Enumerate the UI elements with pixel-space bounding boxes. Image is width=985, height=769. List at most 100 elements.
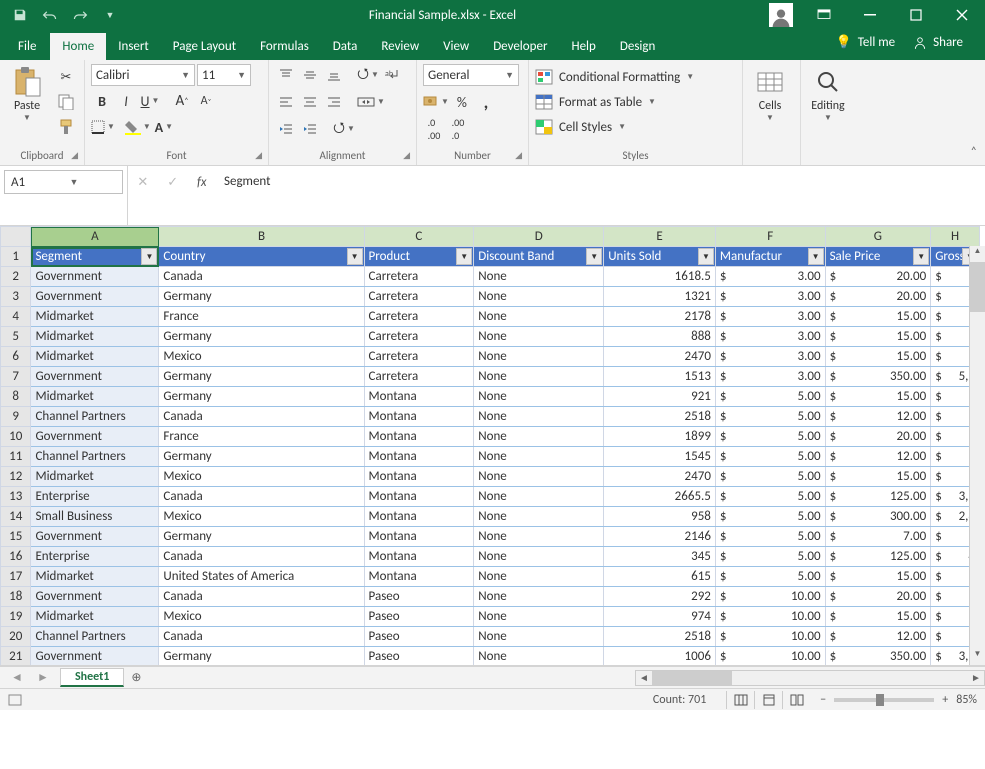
cell[interactable]: France xyxy=(159,427,364,447)
accounting-format-icon[interactable]: ▼ xyxy=(423,91,449,113)
cell[interactable]: $5.00 xyxy=(715,547,825,567)
select-all-cell[interactable] xyxy=(1,227,31,247)
filter-icon[interactable]: ▼ xyxy=(586,248,602,265)
cell[interactable]: Germany xyxy=(159,647,364,667)
cell[interactable]: $3.00 xyxy=(715,287,825,307)
cell[interactable]: None xyxy=(474,567,604,587)
formula-input[interactable]: Segment xyxy=(216,170,985,193)
col-header-b[interactable]: B xyxy=(159,227,364,247)
cell[interactable]: 2518 xyxy=(604,627,716,647)
cell[interactable]: Midmarket xyxy=(31,327,159,347)
sheet-nav-next-icon[interactable]: ► xyxy=(37,670,49,685)
row-header[interactable]: 10 xyxy=(1,427,31,447)
cell[interactable]: 292 xyxy=(604,587,716,607)
cell[interactable]: $15.00 xyxy=(825,467,931,487)
format-as-table-button[interactable]: Format as Table▼ xyxy=(535,91,736,113)
cell[interactable]: Midmarket xyxy=(31,607,159,627)
share-button[interactable]: Share xyxy=(907,31,969,54)
tab-page-layout[interactable]: Page Layout xyxy=(161,33,248,60)
cell[interactable]: $3.00 xyxy=(715,347,825,367)
cell[interactable]: $7.00 xyxy=(825,527,931,547)
cell[interactable]: Segment▼ xyxy=(31,247,159,267)
cell[interactable]: Montana xyxy=(364,567,474,587)
filter-icon[interactable]: ▼ xyxy=(141,248,157,265)
tab-file[interactable]: File xyxy=(4,33,50,60)
align-right-icon[interactable] xyxy=(323,91,345,113)
account-avatar-icon[interactable] xyxy=(769,3,793,27)
col-header-h[interactable]: H xyxy=(931,227,980,247)
cell[interactable]: Montana xyxy=(364,507,474,527)
cell[interactable]: $350.00 xyxy=(825,647,931,667)
tab-view[interactable]: View xyxy=(431,33,481,60)
cell[interactable]: Midmarket xyxy=(31,307,159,327)
tab-review[interactable]: Review xyxy=(369,33,431,60)
underline-button[interactable]: U▼ xyxy=(139,90,161,112)
cell[interactable]: $20.00 xyxy=(825,267,931,287)
cell[interactable]: Germany xyxy=(159,447,364,467)
fx-icon[interactable]: fx xyxy=(197,175,207,190)
increase-indent-icon[interactable] xyxy=(299,118,321,140)
filter-icon[interactable]: ▼ xyxy=(456,248,472,265)
cell[interactable]: $12.00 xyxy=(825,407,931,427)
cell[interactable]: $15.00 xyxy=(825,567,931,587)
col-header-a[interactable]: A xyxy=(31,227,159,247)
cell[interactable]: Small Business xyxy=(31,507,159,527)
cell[interactable]: $10.00 xyxy=(715,607,825,627)
cell[interactable]: $125.00 xyxy=(825,547,931,567)
row-header[interactable]: 12 xyxy=(1,467,31,487)
cell[interactable]: Carretera xyxy=(364,287,474,307)
grow-font-icon[interactable]: A˄ xyxy=(171,90,193,112)
cell[interactable]: Mexico xyxy=(159,347,364,367)
cell[interactable]: None xyxy=(474,307,604,327)
cell[interactable]: Carretera xyxy=(364,347,474,367)
cell[interactable]: $5.00 xyxy=(715,527,825,547)
sheet-tab[interactable]: Sheet1 xyxy=(60,668,124,687)
cell[interactable]: None xyxy=(474,507,604,527)
cell[interactable]: None xyxy=(474,267,604,287)
cell[interactable]: $5.00 xyxy=(715,387,825,407)
row-header[interactable]: 5 xyxy=(1,327,31,347)
col-header-c[interactable]: C xyxy=(364,227,474,247)
decrease-decimal-icon[interactable]: .00.0 xyxy=(447,118,469,140)
zoom-in-icon[interactable]: + xyxy=(942,693,948,707)
align-bottom-icon[interactable] xyxy=(323,64,345,86)
orientation-icon[interactable]: ⭯▼ xyxy=(357,64,379,86)
bold-button[interactable]: B xyxy=(91,90,113,112)
cell[interactable]: Canada xyxy=(159,487,364,507)
number-format-combo[interactable]: General▼ xyxy=(423,64,519,86)
filter-icon[interactable]: ▼ xyxy=(913,248,929,265)
clipboard-launcher-icon[interactable]: ◢ xyxy=(71,150,78,161)
cell[interactable]: Carretera xyxy=(364,327,474,347)
cell[interactable]: Discount Band▼ xyxy=(474,247,604,267)
cells-button[interactable]: Cells▼ xyxy=(749,64,791,123)
cell[interactable]: Montana xyxy=(364,427,474,447)
cell[interactable]: $5.00 xyxy=(715,467,825,487)
cell[interactable]: None xyxy=(474,487,604,507)
cell[interactable]: $20.00 xyxy=(825,587,931,607)
row-header[interactable]: 20 xyxy=(1,627,31,647)
row-header[interactable]: 18 xyxy=(1,587,31,607)
cell[interactable]: Paseo xyxy=(364,647,474,667)
cell[interactable]: Canada xyxy=(159,267,364,287)
cell[interactable]: Mexico xyxy=(159,467,364,487)
cell[interactable]: $5.00 xyxy=(715,567,825,587)
comma-format-icon[interactable]: , xyxy=(475,91,497,113)
row-header[interactable]: 16 xyxy=(1,547,31,567)
font-name-combo[interactable]: Calibri▼ xyxy=(91,64,195,86)
cell[interactable]: Midmarket xyxy=(31,567,159,587)
tab-home[interactable]: Home xyxy=(50,33,106,60)
cell[interactable]: None xyxy=(474,287,604,307)
cell[interactable]: Canada xyxy=(159,627,364,647)
row-header[interactable]: 9 xyxy=(1,407,31,427)
conditional-formatting-button[interactable]: Conditional Formatting▼ xyxy=(535,66,736,88)
cut-icon[interactable]: ✂ xyxy=(54,66,78,88)
cell[interactable]: 1513 xyxy=(604,367,716,387)
paste-button[interactable]: Paste ▼ xyxy=(6,64,48,123)
cell[interactable]: Mexico xyxy=(159,507,364,527)
increase-decimal-icon[interactable]: .0.00 xyxy=(423,118,445,140)
cell[interactable]: Midmarket xyxy=(31,347,159,367)
sheet-nav-prev-icon[interactable]: ◄ xyxy=(11,670,23,685)
cell[interactable]: Manufactur▼ xyxy=(715,247,825,267)
cell[interactable]: Montana xyxy=(364,527,474,547)
align-left-icon[interactable] xyxy=(275,91,297,113)
